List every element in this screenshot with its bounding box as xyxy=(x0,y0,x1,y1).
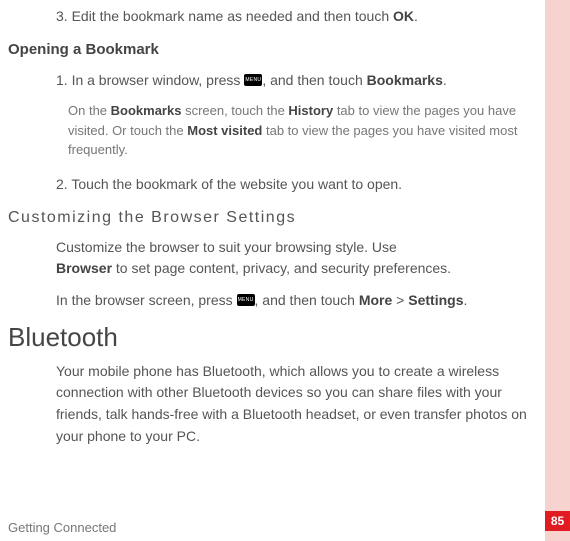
sub-c: screen, touch the xyxy=(181,103,288,118)
heading-opening-bookmark: Opening a Bookmark xyxy=(8,41,531,58)
open-step-1-suffix: . xyxy=(443,72,447,88)
step-3: 3. Edit the bookmark name as needed and … xyxy=(56,6,531,27)
custom-p2-gt: > xyxy=(392,292,408,308)
custom-p1: Customize the browser to suit your brows… xyxy=(56,237,531,280)
custom-p2-settings: Settings xyxy=(408,292,463,308)
custom-p2-a: In the browser screen, press xyxy=(56,292,237,308)
step-3-period: . xyxy=(414,8,418,24)
menu-key-icon: MENU xyxy=(244,74,262,86)
custom-p2-end: . xyxy=(464,292,468,308)
open-step-1-bookmarks: Bookmarks xyxy=(367,72,443,88)
custom-p1-browser: Browser xyxy=(56,260,112,276)
custom-p1-c: to set page content, privacy, and securi… xyxy=(112,260,451,276)
step-3-text: 3. Edit the bookmark name as needed and … xyxy=(56,8,393,24)
open-step-1-prefix: 1. In a browser window, press xyxy=(56,72,244,88)
menu-key-icon-2: MENU xyxy=(237,294,255,306)
bluetooth-body: Your mobile phone has Bluetooth, which a… xyxy=(56,361,531,448)
open-step-2: 2. Touch the bookmark of the website you… xyxy=(56,174,531,195)
sub-mostvisited: Most visited xyxy=(187,123,262,138)
open-step-1-subtext: On the Bookmarks screen, touch the Histo… xyxy=(68,101,531,160)
step-3-ok: OK xyxy=(393,8,414,24)
heading-bluetooth: Bluetooth xyxy=(8,322,531,353)
custom-p2-more: More xyxy=(359,292,392,308)
heading-customizing: Customizing the Browser Settings xyxy=(8,209,531,227)
custom-p1-a: Customize the browser to suit your brows… xyxy=(56,239,397,255)
custom-p2: In the browser screen, press MENU, and t… xyxy=(56,290,531,312)
open-step-1-mid: , and then touch xyxy=(262,72,366,88)
footer-chapter: Getting Connected xyxy=(8,520,116,535)
page-number-tab: 85 xyxy=(545,511,570,531)
side-tab-strip: 85 xyxy=(545,0,570,541)
sub-bookmarks: Bookmarks xyxy=(111,103,182,118)
sub-history: History xyxy=(288,103,333,118)
sub-a: On the xyxy=(68,103,111,118)
page-content: 3. Edit the bookmark name as needed and … xyxy=(0,0,545,541)
open-step-1: 1. In a browser window, press MENU, and … xyxy=(56,70,531,91)
custom-p2-b: , and then touch xyxy=(255,292,359,308)
